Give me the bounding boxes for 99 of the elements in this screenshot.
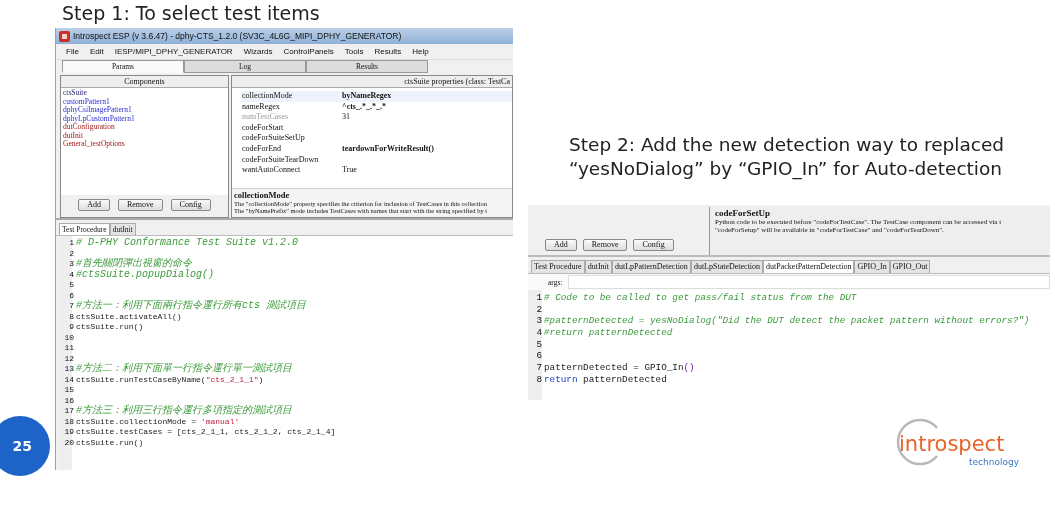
property-value: ^cts_.*_.*_.* bbox=[342, 101, 386, 113]
code-line: ctsSuite.testCases = [cts_2_1_1, cts_2_1_2, cts_2_1_4] bbox=[76, 427, 336, 438]
menu-item[interactable]: Results bbox=[374, 47, 402, 56]
line-number: 4 bbox=[68, 269, 75, 280]
line-number: 2 bbox=[535, 303, 543, 316]
line-number: 4 bbox=[535, 327, 543, 339]
line-number: 5 bbox=[68, 280, 75, 291]
slide-text: “yesNoDialog” by “GPIO_In” for Auto-detection bbox=[569, 157, 1003, 181]
line-number: 7 bbox=[535, 362, 543, 374]
property-row[interactable]: nameRegex ^cts_.*_.*_.* bbox=[242, 101, 512, 113]
code-line: # Code to be called to get pass/fail status from the DUT bbox=[544, 292, 857, 304]
code-line: ctsSuite.runTestCaseByName("cts_2_1_1") bbox=[76, 374, 264, 385]
property-value: 31 bbox=[342, 112, 350, 123]
property-row[interactable]: codeForEnd teardownForWriteResult() bbox=[242, 143, 512, 155]
line-number: 6 bbox=[68, 290, 75, 301]
line-number: 18 bbox=[63, 416, 75, 427]
property-row[interactable]: codeForStart bbox=[242, 122, 512, 134]
push-button[interactable]: Add bbox=[545, 239, 577, 251]
property-value: teardownForWriteResult() bbox=[342, 143, 434, 155]
property-row[interactable]: wantAutoConnect True bbox=[242, 165, 512, 176]
tab[interactable]: GPIO_In bbox=[854, 260, 890, 273]
slide-text: Step 2: Add the new detection way to replaced bbox=[569, 133, 1005, 157]
line-number: 17 bbox=[63, 406, 75, 417]
line-number: 13 bbox=[63, 364, 75, 375]
app-icon bbox=[59, 30, 70, 42]
line-number: 8 bbox=[535, 373, 543, 386]
property-name: numTestCases bbox=[242, 112, 290, 123]
code-line: return patternDetected bbox=[544, 373, 667, 386]
line-number: 6 bbox=[535, 350, 543, 363]
code-line: ctsSuite.activateAll() bbox=[76, 311, 182, 322]
tab[interactable]: dutLpStateDetection bbox=[690, 260, 764, 273]
line-number: 12 bbox=[63, 353, 75, 364]
push-button[interactable]: Config bbox=[633, 239, 674, 251]
property-name: nameRegex bbox=[242, 101, 281, 113]
panel-header: Components bbox=[61, 76, 228, 88]
line-number: 3 bbox=[535, 315, 543, 328]
property-name: wantAutoConnect bbox=[242, 165, 302, 176]
code-line: ctsSuite.collectionMode = 'manual' bbox=[76, 416, 240, 427]
code-line: #方法三：利用三行指令運行多項指定的測試項目 bbox=[76, 406, 292, 417]
code-line: #首先關閉彈出視窗的命令 bbox=[76, 259, 192, 269]
menu-item[interactable]: IESP/MIPI_DPHY_GENERATOR bbox=[114, 47, 233, 56]
tab[interactable]: dutLpPatternDetection bbox=[612, 260, 691, 273]
code-line: #patternDetected = yesNoDialog("Did the DUT detect the packet pattern without errors?") bbox=[544, 315, 1030, 328]
description-title: codeForSetUp bbox=[715, 208, 771, 218]
line-number: 19 bbox=[63, 427, 75, 438]
logo-wordmark: introspect bbox=[899, 432, 1005, 456]
line-number: 14 bbox=[63, 374, 75, 385]
property-name: codeForSuiteTearDown bbox=[242, 154, 320, 166]
line-number: 8 bbox=[68, 311, 75, 322]
line-number: 20 bbox=[63, 437, 75, 448]
property-name: codeForEnd bbox=[242, 143, 283, 155]
line-number: 10 bbox=[63, 332, 75, 343]
line-number: 2 bbox=[68, 248, 75, 259]
code-line: ctsSuite.run() bbox=[76, 437, 144, 448]
property-row[interactable]: collectionMode byNameRegex bbox=[242, 91, 512, 102]
menu-item[interactable]: Wizards bbox=[243, 47, 273, 56]
menu-item[interactable]: Help bbox=[412, 47, 429, 56]
line-number: 1 bbox=[535, 292, 543, 304]
menu-item[interactable]: ControlPanels bbox=[283, 47, 334, 56]
push-button[interactable]: Config bbox=[170, 199, 211, 211]
property-value: byNameRegex bbox=[342, 91, 392, 102]
code-line: # D-PHY Conformance Test Suite v1.2.0 bbox=[76, 238, 299, 249]
line-number: 15 bbox=[63, 385, 75, 396]
menu-item[interactable]: File bbox=[66, 47, 79, 56]
property-name: collectionMode bbox=[242, 91, 294, 102]
property-name: codeForSuiteSetUp bbox=[242, 133, 306, 144]
code-line: #return patternDetected bbox=[544, 327, 673, 339]
code-line: #ctsSuite.popupDialog() bbox=[76, 269, 215, 280]
line-number: 7 bbox=[68, 301, 75, 312]
code-line: ctsSuite.run() bbox=[76, 322, 144, 333]
property-value: True bbox=[342, 165, 357, 176]
args-field[interactable] bbox=[568, 275, 1050, 289]
panel-header: ctsSuite properties (class: TestCa bbox=[232, 76, 512, 88]
slide-heading: Step 1: To select test items bbox=[62, 2, 320, 24]
line-number: 11 bbox=[63, 343, 75, 354]
code-line: #方法一：利用下面兩行指令運行所有cts 測試項目 bbox=[76, 301, 306, 312]
menu-item[interactable]: Tools bbox=[344, 47, 364, 56]
line-number: 9 bbox=[68, 322, 75, 333]
line-number: 5 bbox=[535, 338, 543, 351]
property-name: codeForStart bbox=[242, 122, 285, 134]
line-number: 16 bbox=[63, 395, 75, 406]
line-number: 1 bbox=[68, 238, 75, 249]
menu-item[interactable]: Edit bbox=[89, 47, 104, 56]
tab[interactable]: dutInit bbox=[584, 260, 612, 273]
property-row[interactable]: codeForSuiteTearDown bbox=[242, 154, 512, 166]
code-line: #方法二：利用下面單一行指令運行單一測試項目 bbox=[76, 364, 292, 375]
push-button[interactable]: Add bbox=[78, 199, 110, 211]
logo-tagline: technology bbox=[969, 457, 1019, 467]
tab[interactable]: dutPacketPatternDetection bbox=[763, 260, 855, 273]
tab[interactable]: Test Procedure bbox=[531, 260, 585, 273]
tab[interactable]: GPIO_Out bbox=[889, 260, 931, 273]
code-line: patternDetected = GPIO_In() bbox=[544, 362, 695, 374]
window-title: Introspect ESP (v 3.6.47) - dphy-CTS_1.2.0 (SV3C_4L6G_MIPI_DPHY_GENERATOR) bbox=[73, 31, 402, 41]
line-number: 3 bbox=[68, 259, 75, 270]
push-button[interactable]: Remove bbox=[117, 199, 163, 211]
page-number: 25 bbox=[0, 416, 50, 476]
property-row[interactable]: codeForSuiteSetUp bbox=[242, 133, 512, 144]
push-button[interactable]: Remove bbox=[582, 239, 628, 251]
description-title: collectionMode bbox=[234, 190, 291, 200]
